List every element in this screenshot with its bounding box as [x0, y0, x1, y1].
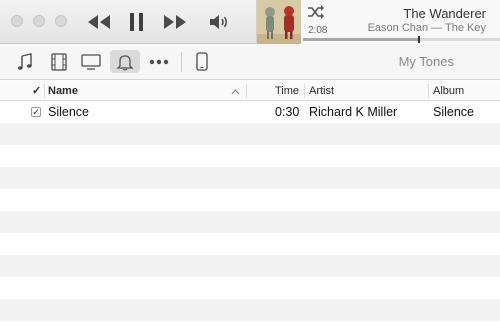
- album-artwork[interactable]: [257, 0, 301, 44]
- tones-list: ✓ Silence 0:30 Richard K Miller Silence: [0, 101, 500, 326]
- column-header-time[interactable]: Time: [275, 81, 299, 101]
- sort-ascending-icon[interactable]: [231, 87, 240, 98]
- track-title: The Wanderer: [403, 6, 486, 21]
- progress-playhead[interactable]: [418, 36, 421, 43]
- empty-row: [0, 277, 500, 299]
- pause-icon[interactable]: [126, 11, 148, 33]
- player-bar: 2:08 The Wanderer Eason Chan — The Key: [0, 0, 500, 44]
- media-toolbar: My Tones: [0, 44, 500, 80]
- iphone-icon[interactable]: [187, 50, 217, 73]
- row-checkbox[interactable]: ✓: [31, 107, 41, 117]
- column-header-name[interactable]: Name: [48, 81, 78, 101]
- column-header-artist[interactable]: Artist: [309, 81, 334, 101]
- more-icon[interactable]: [144, 50, 174, 73]
- now-playing-display: 2:08 The Wanderer Eason Chan — The Key: [256, 0, 500, 44]
- column-divider: [428, 84, 429, 98]
- table-header: ✓ Name Time Artist Album: [0, 81, 500, 101]
- track-artist-album: Eason Chan — The Key: [367, 22, 486, 34]
- fast-forward-icon[interactable]: [162, 12, 188, 32]
- cell-name: Silence: [48, 105, 89, 119]
- column-divider: [304, 84, 305, 98]
- empty-row: [0, 233, 500, 255]
- elapsed-time: 2:08: [308, 25, 328, 36]
- empty-row: [0, 255, 500, 277]
- cell-time: 0:30: [275, 105, 300, 119]
- cell-artist: Richard K Miller: [309, 105, 398, 119]
- progress-track[interactable]: [303, 36, 500, 43]
- empty-row: [0, 167, 500, 189]
- column-divider: [44, 84, 45, 98]
- rewind-icon[interactable]: [86, 12, 112, 32]
- column-header-check[interactable]: ✓: [32, 81, 41, 101]
- window-minimize-icon[interactable]: [33, 15, 45, 27]
- empty-row: [0, 145, 500, 167]
- film-icon[interactable]: [44, 50, 74, 73]
- toolbar-divider: [181, 52, 182, 72]
- music-note-icon[interactable]: [10, 50, 40, 73]
- table-row[interactable]: ✓ Silence 0:30 Richard K Miller Silence: [0, 101, 500, 123]
- column-divider: [246, 84, 247, 98]
- empty-row: [0, 189, 500, 211]
- tv-icon[interactable]: [76, 50, 106, 73]
- section-title: My Tones: [398, 54, 454, 69]
- volume-icon[interactable]: [208, 13, 230, 31]
- window-close-icon[interactable]: [11, 15, 23, 27]
- shuffle-icon[interactable]: [307, 5, 325, 22]
- progress-fill: [303, 38, 420, 41]
- empty-row: [0, 299, 500, 321]
- empty-row: [0, 123, 500, 145]
- column-header-album[interactable]: Album: [433, 81, 464, 101]
- window-zoom-icon[interactable]: [55, 15, 67, 27]
- bell-icon[interactable]: [110, 50, 140, 73]
- empty-row: [0, 211, 500, 233]
- cell-album: Silence: [433, 105, 474, 119]
